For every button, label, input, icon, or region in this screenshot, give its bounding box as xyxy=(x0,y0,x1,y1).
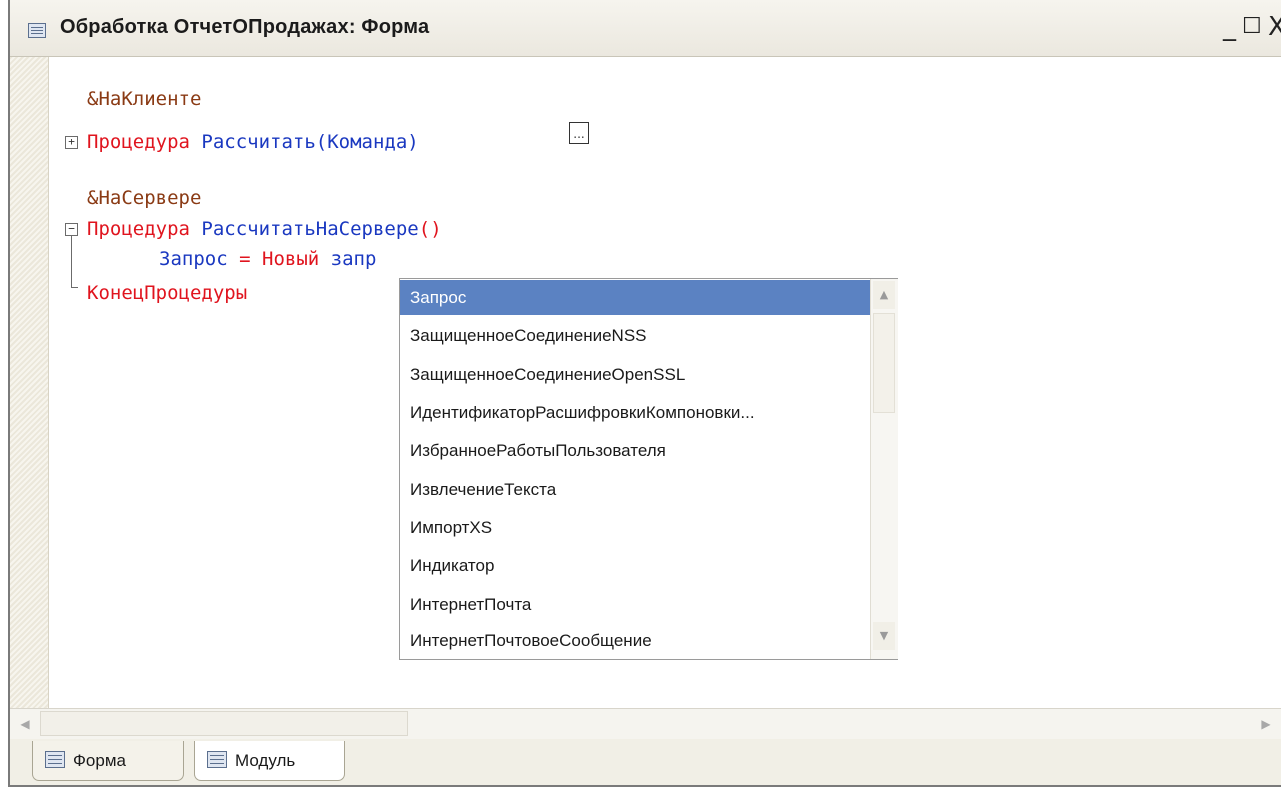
expand-icon[interactable]: + xyxy=(65,136,78,149)
close-button[interactable]: X xyxy=(1268,14,1281,40)
autocomplete-scrollbar[interactable]: ▲ ▼ xyxy=(870,279,898,659)
autocomplete-item[interactable]: ИдентификаторРасшифровкиКомпоновки... xyxy=(400,395,870,430)
editor-gutter xyxy=(10,57,49,708)
autocomplete-item[interactable]: ИмпортXS xyxy=(400,510,870,545)
window-title: Обработка ОтчетОПродажах: Форма xyxy=(60,16,430,38)
code-line-end-procedure[interactable]: КонецПроцедуры xyxy=(87,281,247,305)
title-bar: Обработка ОтчетОПродажах: Форма _ ☐ X xyxy=(10,0,1281,57)
fold-guide-end xyxy=(71,287,78,288)
procedure-name: Рассчитать xyxy=(201,131,316,153)
fold-guide-line xyxy=(71,236,72,287)
tab-module[interactable]: Модуль xyxy=(194,741,345,781)
code-line-directive-server[interactable]: &НаСервере xyxy=(87,186,201,210)
collapse-icon[interactable]: − xyxy=(65,223,78,236)
maximize-button[interactable]: ☐ xyxy=(1242,14,1262,40)
autocomplete-item[interactable]: ИнтернетПочта xyxy=(400,587,870,622)
collapsed-block-marker[interactable]: ... xyxy=(569,122,589,144)
procedure-name: РассчитатьНаСервере xyxy=(201,218,419,240)
form-window: Обработка ОтчетОПродажах: Форма _ ☐ X &Н… xyxy=(8,0,1281,787)
tab-bar: Форма Модуль xyxy=(10,739,1281,785)
code-line-procedure-server[interactable]: Процедура РассчитатьНаСервере() xyxy=(87,217,442,241)
tab-form[interactable]: Форма xyxy=(32,741,184,781)
scroll-down-icon[interactable]: ▼ xyxy=(873,622,895,650)
scroll-up-icon[interactable]: ▲ xyxy=(873,281,895,309)
tab-form-label: Форма xyxy=(73,751,126,770)
typed-text: запр xyxy=(330,248,377,270)
operator: = xyxy=(239,248,251,270)
code-line-procedure-calculate[interactable]: Процедура Рассчитать(Команда) xyxy=(87,130,419,154)
code-line-directive-client[interactable]: &НаКлиенте xyxy=(87,87,201,111)
code-line-statement[interactable]: Запрос = Новый запр xyxy=(159,247,376,271)
autocomplete-item[interactable]: ИзбранноеРаботыПользователя xyxy=(400,433,870,468)
autocomplete-list[interactable]: Запрос ЗащищенноеСоединениеNSS Защищенно… xyxy=(400,279,870,659)
form-icon xyxy=(45,751,65,768)
procedure-args: () xyxy=(418,218,442,240)
scroll-left-icon[interactable]: ◀ xyxy=(12,709,38,739)
variable-name: Запрос xyxy=(159,248,228,270)
procedure-args: (Команда) xyxy=(315,131,419,153)
module-icon xyxy=(207,751,227,768)
keyword-procedure: Процедура xyxy=(87,131,190,153)
scroll-right-icon[interactable]: ▶ xyxy=(1253,709,1279,739)
horizontal-scrollbar[interactable]: ◀ ▶ xyxy=(10,708,1281,739)
keyword-new: Новый xyxy=(262,248,320,270)
autocomplete-item[interactable]: ЗащищенноеСоединениеOpenSSL xyxy=(400,357,870,392)
autocomplete-item[interactable]: Индикатор xyxy=(400,548,870,583)
autocomplete-item[interactable]: Запрос xyxy=(400,280,870,315)
autocomplete-item[interactable]: ЗащищенноеСоединениеNSS xyxy=(400,318,870,353)
minimize-button[interactable]: _ xyxy=(1223,14,1236,40)
autocomplete-item[interactable]: ИзвлечениеТекста xyxy=(400,472,870,507)
tab-module-label: Модуль xyxy=(235,751,296,770)
form-window-icon xyxy=(28,23,46,38)
autocomplete-popup[interactable]: Запрос ЗащищенноеСоединениеNSS Защищенно… xyxy=(399,278,898,660)
horizontal-scroll-thumb[interactable] xyxy=(40,711,408,736)
autocomplete-item[interactable]: ИнтернетПочтовоеСообщение xyxy=(400,623,870,658)
keyword-procedure: Процедура xyxy=(87,218,190,240)
scroll-thumb[interactable] xyxy=(873,313,895,413)
